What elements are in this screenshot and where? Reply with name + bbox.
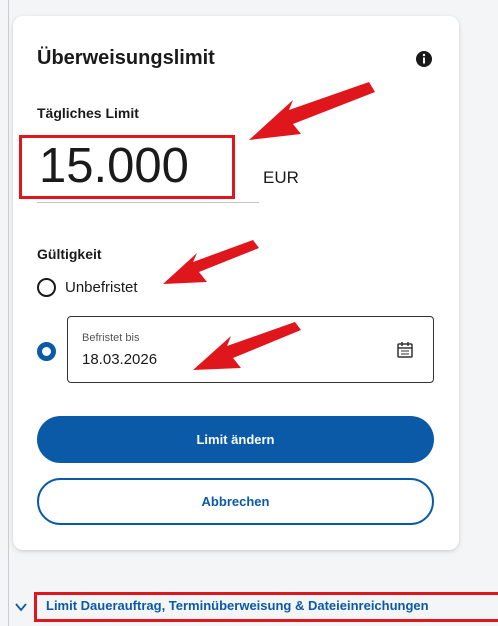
amount-underline [37, 202, 259, 203]
footer-link-row[interactable]: Limit Dauerauftrag, Terminüberweisung & … [14, 592, 498, 622]
cancel-button[interactable]: Abbrechen [37, 478, 434, 525]
unlimited-label[interactable]: Unbefristet [65, 279, 138, 296]
footer-link[interactable]: Limit Dauerauftrag, Terminüberweisung & … [46, 598, 429, 613]
info-icon[interactable] [415, 50, 433, 68]
calendar-icon[interactable] [396, 341, 414, 359]
chevron-down-icon[interactable] [14, 601, 28, 613]
daily-limit-label: Tägliches Limit [37, 105, 139, 121]
transfer-limit-card: Überweisungslimit Tägliches Limit 15.000… [13, 16, 459, 550]
radio-unlimited[interactable] [37, 278, 56, 297]
date-field-value[interactable]: 18.03.2026 [82, 351, 157, 368]
date-field-label: Befristet bis [82, 332, 140, 344]
left-divider [8, 0, 9, 626]
validity-label: Gültigkeit [37, 246, 102, 262]
arrow-annotation-amount [249, 82, 375, 140]
radio-limited[interactable] [37, 342, 56, 361]
card-title: Überweisungslimit [37, 47, 215, 69]
amount-input[interactable]: 15.000 [39, 138, 189, 194]
arrow-annotation-date [193, 322, 301, 370]
arrow-annotation-unlimited [163, 240, 259, 284]
change-limit-button[interactable]: Limit ändern [37, 416, 434, 463]
page: Überweisungslimit Tägliches Limit 15.000… [0, 0, 498, 626]
currency-label: EUR [263, 168, 299, 187]
